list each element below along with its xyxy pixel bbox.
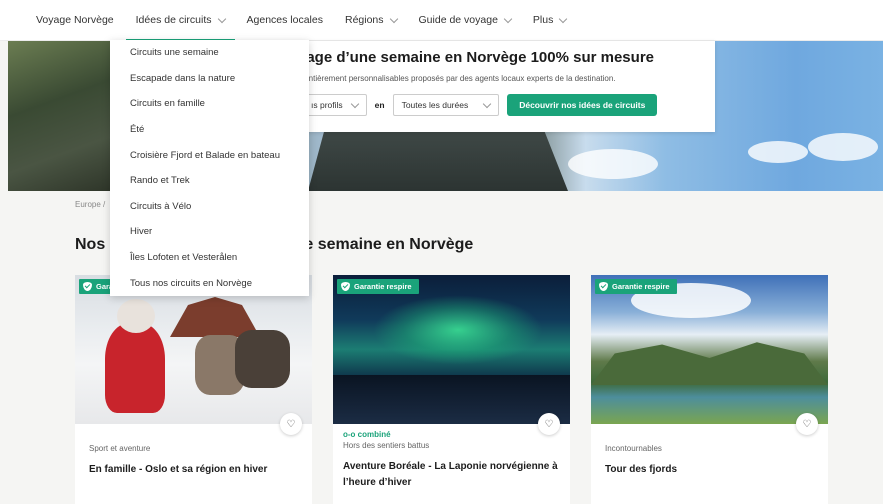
en-label: en xyxy=(374,100,385,110)
nav-item-voyage-norvege[interactable]: Voyage Norvège xyxy=(36,0,114,41)
nav-label: Plus xyxy=(532,14,554,26)
chevron-down-icon xyxy=(350,99,359,108)
card-image xyxy=(333,275,570,424)
nav-label: Voyage Norvège xyxy=(36,14,114,26)
dropdown-item-rando-trek[interactable]: Rando et Trek xyxy=(110,168,309,194)
heart-icon[interactable]: ♡ xyxy=(538,413,560,435)
card-category: Hors des sentiers battus xyxy=(343,441,430,450)
nav-item-idees-de-circuits[interactable]: Idées de circuits xyxy=(125,0,235,41)
hero-cloud xyxy=(808,133,878,161)
hero-cliff xyxy=(8,41,118,191)
badge-label: Garantie respire xyxy=(354,282,412,291)
shield-icon xyxy=(341,282,350,291)
nav-label: Agences locales xyxy=(246,14,323,26)
hero-cloud xyxy=(568,149,658,179)
circuits-dropdown-menu: Circuits une semaine Escapade dans la na… xyxy=(110,40,309,296)
dog-shape xyxy=(235,330,290,388)
nav-item-agences-locales[interactable]: Agences locales xyxy=(247,0,323,41)
discover-circuits-button[interactable]: Découvrir nos idées de circuits xyxy=(507,94,658,116)
chevron-down-icon xyxy=(559,14,568,23)
duration-select[interactable]: Toutes les durées xyxy=(392,94,500,116)
dropdown-item-ete[interactable]: Été xyxy=(110,117,309,143)
guarantee-badge: Garantie respire xyxy=(595,279,677,294)
card-image xyxy=(591,275,828,424)
badge-label: Garantie respire xyxy=(612,282,670,291)
nav-label: Guide de voyage xyxy=(418,14,498,26)
select-value: ıs profils xyxy=(311,100,343,110)
dropdown-item-circuits-une-semaine[interactable]: Circuits une semaine xyxy=(110,40,309,66)
dropdown-item-circuits-velo[interactable]: Circuits à Vélo xyxy=(110,194,309,220)
circuit-card[interactable]: Garantie respire ♡ Sport et aventure En … xyxy=(75,275,312,504)
card-title[interactable]: En famille - Oslo et sa région en hiver xyxy=(89,462,304,478)
circuit-card[interactable]: Garantie respire ♡ Incontournables Tour … xyxy=(591,275,828,504)
card-category: Incontournables xyxy=(605,444,662,453)
nav-item-guide-de-voyage[interactable]: Guide de voyage xyxy=(418,0,513,41)
nav-item-plus[interactable]: Plus xyxy=(532,0,568,41)
select-value: Toutes les durées xyxy=(401,100,469,110)
dropdown-item-circuits-famille[interactable]: Circuits en famille xyxy=(110,91,309,117)
hero-cloud xyxy=(748,141,808,163)
combo-label: o-o combiné xyxy=(343,430,391,439)
aurora-shape xyxy=(373,295,543,365)
heart-icon[interactable]: ♡ xyxy=(280,413,302,435)
breadcrumb[interactable]: Europe / xyxy=(75,200,105,209)
hero-search-box: yage d’une semaine en Norvège 100% sur m… xyxy=(238,41,715,132)
dropdown-item-lofoten[interactable]: Îles Lofoten et Vesterålen xyxy=(110,245,309,271)
card-title[interactable]: Aventure Boréale - La Laponie norvégienn… xyxy=(343,459,558,491)
guarantee-badge: Garantie respire xyxy=(337,279,419,294)
chevron-down-icon xyxy=(503,14,513,23)
nav-label: Idées de circuits xyxy=(135,14,212,26)
hero-title: yage d’une semaine en Norvège 100% sur m… xyxy=(298,49,654,66)
nav-label: Régions xyxy=(344,14,384,26)
profile-select[interactable]: ıs profils xyxy=(302,94,367,116)
dropdown-item-escapade-nature[interactable]: Escapade dans la nature xyxy=(110,66,309,92)
dropdown-item-hiver[interactable]: Hiver xyxy=(110,219,309,245)
heart-icon[interactable]: ♡ xyxy=(796,413,818,435)
mountain-shape xyxy=(591,342,828,385)
person-red-jacket xyxy=(105,323,165,413)
card-image xyxy=(75,275,312,424)
shield-icon xyxy=(599,282,608,291)
person-hat xyxy=(117,299,155,333)
forest-shape xyxy=(333,375,570,424)
chevron-down-icon xyxy=(389,14,398,23)
shield-icon xyxy=(83,282,92,291)
dropdown-item-croisiere-fjord[interactable]: Croisière Fjord et Balade en bateau xyxy=(110,142,309,168)
circuit-card[interactable]: Garantie respire ♡ o-o combiné Hors des … xyxy=(333,275,570,504)
card-title[interactable]: Tour des fjords xyxy=(605,462,820,478)
nav-item-regions[interactable]: Régions xyxy=(344,0,398,41)
chevron-down-icon xyxy=(217,14,226,23)
card-category: Sport et aventure xyxy=(89,444,151,453)
chevron-down-icon xyxy=(482,99,492,108)
dropdown-item-tous-circuits[interactable]: Tous nos circuits en Norvège xyxy=(110,270,309,296)
top-navigation: Voyage Norvège Idées de circuits Agences… xyxy=(0,0,883,41)
hero-subtitle: s entièrement personnalisables proposés … xyxy=(298,74,616,83)
